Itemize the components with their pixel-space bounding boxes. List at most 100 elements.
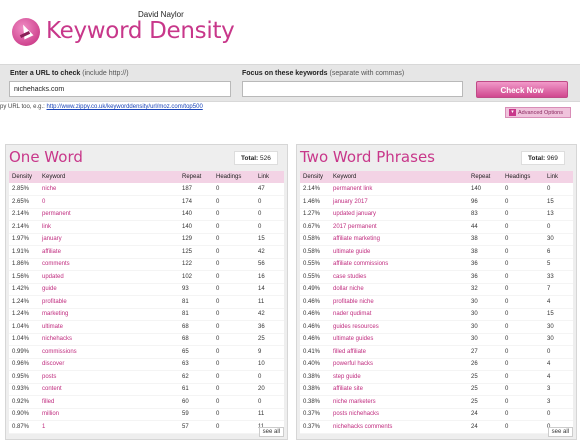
keyword-cell[interactable]: dollar niche xyxy=(330,283,468,296)
keyword-cell[interactable]: guide xyxy=(39,283,179,296)
repeat-cell: 140 xyxy=(182,223,193,230)
logo-cursor-icon xyxy=(12,18,40,46)
keyword-cell[interactable]: updated january xyxy=(330,208,468,221)
table-row: 1.04% nichehacks 68 0 25 xyxy=(9,333,284,346)
col-density[interactable]: Density xyxy=(9,171,39,183)
link-cell: 0 xyxy=(547,348,551,355)
two-word-panel: Two Word Phrases Total: 969 Density Keyw… xyxy=(296,144,577,440)
keyword-cell[interactable]: permanent link xyxy=(330,183,468,196)
keyword-cell[interactable]: ultimate xyxy=(39,321,179,334)
col-headings[interactable]: Headings xyxy=(213,171,255,183)
keyword-cell[interactable]: discover xyxy=(39,358,179,371)
col-repeat[interactable]: Repeat xyxy=(468,171,502,183)
table-row: 0.90% million 59 0 11 xyxy=(9,408,284,421)
one-word-see-all-button[interactable]: see all xyxy=(258,427,284,437)
keyword-cell[interactable]: january xyxy=(39,233,179,246)
keyword-cell[interactable]: nader qudimat xyxy=(330,308,468,321)
density-cell: 1.91% xyxy=(12,248,30,255)
density-cell: 0.96% xyxy=(12,361,30,368)
table-row: 0.58% affiliate marketing 38 0 30 xyxy=(300,233,573,246)
keyword-cell[interactable]: posts xyxy=(39,371,179,384)
keyword-cell[interactable]: nichehacks xyxy=(39,333,179,346)
keyword-cell[interactable]: step guide xyxy=(330,371,468,384)
keyword-cell[interactable]: january 2017 xyxy=(330,196,468,209)
col-keyword[interactable]: Keyword xyxy=(39,171,179,183)
headings-cell: 0 xyxy=(505,298,509,305)
repeat-cell: 65 xyxy=(182,348,189,355)
keyword-cell[interactable]: affiliate xyxy=(39,246,179,259)
keyword-cell[interactable]: affiliate commissions xyxy=(330,258,468,271)
col-density[interactable]: Density xyxy=(300,171,330,183)
link-cell: 42 xyxy=(258,248,265,255)
repeat-cell: 63 xyxy=(182,361,189,368)
table-row: 0.46% nader qudimat 30 0 15 xyxy=(300,308,573,321)
example-url-hint: py URL too, e.g.: http://www.zippy.co.uk… xyxy=(0,104,203,110)
headings-cell: 0 xyxy=(505,398,509,405)
keyword-cell[interactable]: 0 xyxy=(39,196,179,209)
keyword-cell[interactable]: 2017 permanent xyxy=(330,221,468,234)
two-word-title: Two Word Phrases xyxy=(300,148,435,166)
headings-cell: 0 xyxy=(216,423,220,430)
keyword-cell[interactable]: link xyxy=(39,221,179,234)
keyword-cell[interactable]: filled xyxy=(39,396,179,409)
keyword-cell[interactable]: case studies xyxy=(330,271,468,284)
keyword-cell[interactable]: affiliate marketing xyxy=(330,233,468,246)
advanced-options-button[interactable]: ▾ Advanced Options xyxy=(505,107,571,118)
col-link[interactable]: Link xyxy=(544,171,573,183)
keyword-cell[interactable]: 1 xyxy=(39,421,179,434)
keyword-cell[interactable]: permanent xyxy=(39,208,179,221)
keyword-cell[interactable]: million xyxy=(39,408,179,421)
keyword-cell[interactable]: ultimate guide xyxy=(330,246,468,259)
link-cell: 13 xyxy=(547,211,554,218)
example-url-link[interactable]: http://www.zippy.co.uk/keyworddensity/ur… xyxy=(46,104,202,110)
keyword-cell[interactable]: niche xyxy=(39,183,179,196)
keyword-cell[interactable]: profitable xyxy=(39,296,179,309)
link-cell: 0 xyxy=(258,198,262,205)
app-header: Keyword Density David Naylor xyxy=(0,0,580,58)
col-repeat[interactable]: Repeat xyxy=(179,171,213,183)
density-cell: 0.99% xyxy=(12,348,30,355)
table-row: 0.49% dollar niche 32 0 7 xyxy=(300,283,573,296)
table-row: 0.95% posts 62 0 0 xyxy=(9,371,284,384)
headings-cell: 0 xyxy=(216,198,220,205)
keyword-cell[interactable]: marketing xyxy=(39,308,179,321)
table-row: 0.55% case studies 36 0 33 xyxy=(300,271,573,284)
keyword-cell[interactable]: nichehacks comments xyxy=(330,421,468,434)
col-keyword[interactable]: Keyword xyxy=(330,171,468,183)
keyword-cell[interactable]: ultimate guides xyxy=(330,333,468,346)
repeat-cell: 102 xyxy=(182,273,193,280)
headings-cell: 0 xyxy=(216,223,220,230)
keyword-cell[interactable]: affiliate site xyxy=(330,383,468,396)
table-row: 2.14% permanent 140 0 0 xyxy=(9,208,284,221)
col-headings[interactable]: Headings xyxy=(502,171,544,183)
check-now-button[interactable]: Check Now xyxy=(476,81,568,98)
repeat-cell: 57 xyxy=(182,423,189,430)
keyword-cell[interactable]: comments xyxy=(39,258,179,271)
density-cell: 0.37% xyxy=(303,411,321,418)
focus-keywords-input[interactable] xyxy=(242,81,463,97)
two-word-see-all-button[interactable]: see all xyxy=(547,427,573,437)
repeat-cell: 38 xyxy=(471,236,478,243)
repeat-cell: 83 xyxy=(471,211,478,218)
keyword-cell[interactable]: filled affiliate xyxy=(330,346,468,359)
repeat-cell: 62 xyxy=(182,373,189,380)
url-input[interactable] xyxy=(9,81,231,97)
keyword-cell[interactable]: posts nichehacks xyxy=(330,408,468,421)
headings-cell: 0 xyxy=(216,348,220,355)
headings-cell: 0 xyxy=(505,248,509,255)
two-word-total: Total: 969 xyxy=(521,151,565,165)
link-cell: 11 xyxy=(258,298,265,305)
link-cell: 14 xyxy=(258,286,265,293)
density-cell: 0.58% xyxy=(303,248,321,255)
keyword-cell[interactable]: profitable niche xyxy=(330,296,468,309)
link-cell: 0 xyxy=(547,223,551,230)
keyword-cell[interactable]: content xyxy=(39,383,179,396)
url-label: Enter a URL to check (include http://) xyxy=(10,70,129,77)
keyword-cell[interactable]: commissions xyxy=(39,346,179,359)
keyword-cell[interactable]: guides resources xyxy=(330,321,468,334)
keyword-cell[interactable]: powerful hacks xyxy=(330,358,468,371)
keyword-cell[interactable]: niche marketers xyxy=(330,396,468,409)
col-link[interactable]: Link xyxy=(255,171,284,183)
keyword-cell[interactable]: updated xyxy=(39,271,179,284)
link-cell: 15 xyxy=(258,236,265,243)
